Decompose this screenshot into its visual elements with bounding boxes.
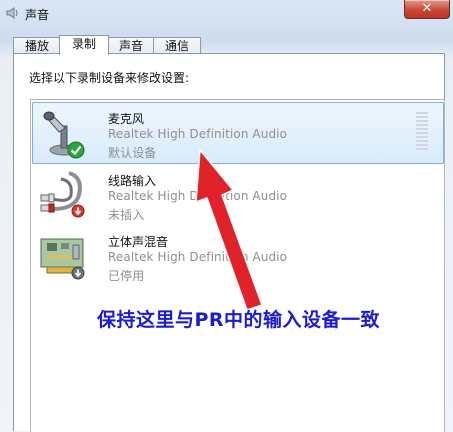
tab-recording[interactable]: 录制 [59, 35, 109, 55]
annotation-arrow [195, 149, 263, 311]
sound-dialog: 声音 ✕ 播放 录制 声音 通信 选择以下录制设备来修改设置: 麦克风 Real… [0, 0, 453, 432]
annotation-text: 保持这里与PR中的输入设备一致 [97, 309, 381, 331]
